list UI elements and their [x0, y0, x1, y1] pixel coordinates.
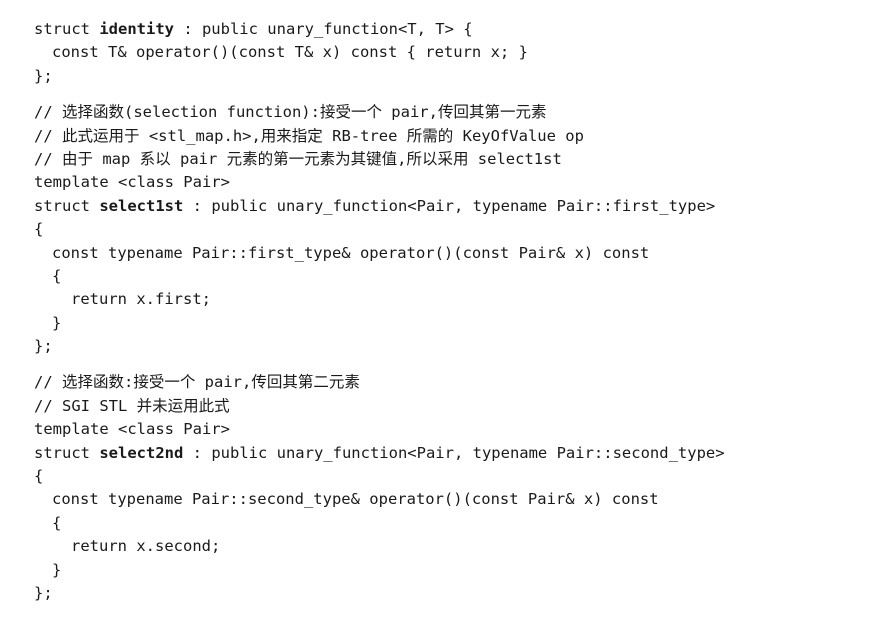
- struct-name-select1st: select1st: [99, 196, 184, 215]
- code-line: return x.first;: [71, 290, 211, 309]
- code-line: template <class Pair>: [34, 420, 230, 439]
- code-keyword: struct: [34, 443, 100, 462]
- code-line: };: [34, 66, 53, 85]
- code-text: : public unary_function<Pair, typename P…: [183, 196, 716, 215]
- code-line: const typename Pair::first_type& operato…: [52, 243, 650, 262]
- code-line: {: [34, 467, 44, 486]
- code-line-select2nd-struct: struct select2nd : public unary_function…: [34, 442, 725, 465]
- code-line-identity-struct: struct identity : public unary_function<…: [34, 18, 725, 41]
- code-line: {: [52, 266, 62, 285]
- struct-name-select2nd: select2nd: [99, 443, 184, 462]
- code-text: : public unary_function<Pair, typename P…: [183, 443, 725, 462]
- code-line: }: [52, 313, 62, 332]
- code-line: };: [34, 337, 53, 356]
- comment-line: // SGI STL 并未运用此式: [34, 396, 230, 415]
- comment-line: // 由于 map 系以 pair 元素的第一元素为其键值,所以采用 selec…: [34, 149, 562, 168]
- code-keyword: struct: [34, 196, 100, 215]
- code-listing: struct identity : public unary_function<…: [34, 18, 725, 605]
- comment-line: // 选择函数(selection function):接受一个 pair,传回…: [34, 103, 547, 122]
- code-line-select1st-struct: struct select1st : public unary_function…: [34, 195, 725, 218]
- struct-name-identity: identity: [99, 20, 174, 38]
- code-line: return x.second;: [71, 537, 221, 556]
- comment-line: // 选择函数:接受一个 pair,传回其第二元素: [34, 373, 360, 392]
- code-line: }: [52, 560, 62, 579]
- code-text: : public unary_function<T, T> {: [173, 20, 473, 38]
- code-line: template <class Pair>: [34, 173, 230, 192]
- code-line: const typename Pair::second_type& operat…: [52, 490, 659, 509]
- code-line: const T& operator()(const T& x) const { …: [52, 43, 528, 62]
- code-line: };: [34, 583, 53, 602]
- code-line: {: [52, 513, 62, 532]
- code-line: {: [34, 220, 44, 239]
- code-page: struct identity : public unary_function<…: [0, 0, 892, 633]
- comment-line: // 此式运用于 <stl_map.h>,用来指定 RB-tree 所需的 Ke…: [34, 126, 584, 145]
- code-keyword: struct: [34, 20, 100, 38]
